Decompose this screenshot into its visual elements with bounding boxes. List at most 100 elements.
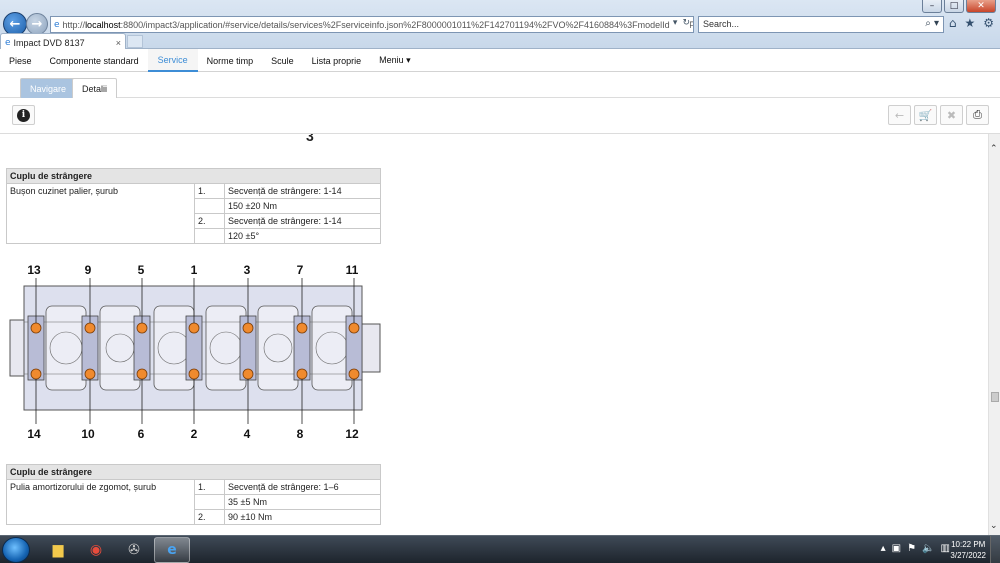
- dropdown-arrow-icon[interactable]: ▾: [673, 18, 678, 28]
- torque-table-bearing: Cuplu de strângere Bușon cuzinet palier,…: [6, 168, 381, 244]
- bolt-label: 2: [191, 427, 198, 441]
- menu-item-scule[interactable]: Scule: [262, 49, 303, 72]
- clock[interactable]: 10:22 PM 3/27/2022: [950, 539, 986, 561]
- sub-tabs: Navigare Detalii: [0, 72, 1000, 98]
- url-path: :8800/impact3/application/#service/detai…: [120, 19, 693, 30]
- taskbar-chrome[interactable]: ◉: [78, 537, 114, 563]
- taskbar-explorer[interactable]: ▆: [40, 537, 76, 563]
- network-icon[interactable]: ▥: [941, 543, 950, 554]
- menu-item-piese[interactable]: Piese: [0, 49, 41, 72]
- bolt-label: 3: [244, 263, 251, 277]
- chevron-down-icon[interactable]: ⌄: [990, 521, 998, 531]
- step-text: 120 ±5°: [224, 228, 381, 244]
- step-number: [194, 198, 225, 214]
- arrow-left-icon: ←: [9, 16, 21, 32]
- address-bar-actions: ▾ ↻: [669, 18, 690, 28]
- start-button[interactable]: [2, 537, 30, 563]
- back-nav-button[interactable]: ←: [888, 105, 911, 125]
- volume-icon[interactable]: 🔈: [922, 543, 934, 554]
- page-favicon-icon: e: [54, 19, 60, 30]
- bolt-label: 5: [138, 263, 145, 277]
- table-row: Bușon cuzinet palier, șurub 1. Secvență …: [6, 183, 381, 244]
- step-text: 90 ±10 Nm: [224, 509, 381, 525]
- tray-app-icon[interactable]: ▣: [892, 543, 901, 554]
- add-to-cart-button[interactable]: 🛒: [914, 105, 937, 125]
- arrow-left-icon: ←: [894, 108, 905, 122]
- tab-close-icon[interactable]: ×: [116, 38, 121, 48]
- bolt-label: 7: [297, 263, 304, 277]
- info-button[interactable]: i: [12, 105, 35, 125]
- close-icon: ✖: [946, 108, 957, 122]
- search-placeholder: Search...: [703, 19, 740, 29]
- step-text: 35 ±5 Nm: [224, 494, 381, 510]
- tab-detalii[interactable]: Detalii: [72, 78, 118, 98]
- new-tab-button[interactable]: [127, 35, 143, 48]
- main-menu: Piese Componente standard Service Norme …: [0, 49, 1000, 72]
- section-number: 3: [306, 134, 314, 144]
- table-row: Pulia amortizorului de zgomot, șurub 1. …: [6, 479, 381, 525]
- step-number: 2.: [194, 509, 225, 525]
- bolt-label: 4: [244, 427, 251, 441]
- cart-icon: 🛒: [918, 108, 933, 122]
- search-input[interactable]: Search... ⌕ ▾: [698, 16, 944, 33]
- forward-button[interactable]: →: [26, 13, 48, 35]
- ie-icon: e: [167, 542, 177, 558]
- bolt-label: 8: [297, 427, 304, 441]
- home-icon[interactable]: ⌂: [949, 16, 957, 30]
- show-desktop-button[interactable]: [990, 536, 1000, 563]
- folder-icon: ▆: [52, 542, 64, 558]
- browser-chrome: – □ ✕ ← → e http://localhost:8800/impact…: [0, 0, 1000, 49]
- browser-tab[interactable]: e Impact DVD 8137 ×: [0, 33, 126, 49]
- search-icon[interactable]: ⌕ ▾: [925, 18, 939, 29]
- bolt-label: 6: [138, 427, 145, 441]
- bearing-cap-tightening-diagram: 13 9 5 1 3 7 11 14 10 6 2 4 8 12: [9, 263, 381, 441]
- step-number: 1.: [194, 479, 225, 495]
- component-name: Pulia amortizorului de zgomot, șurub: [6, 479, 195, 525]
- chrome-icon: ◉: [89, 542, 103, 558]
- clock-date: 3/27/2022: [950, 551, 986, 560]
- tab-navigare[interactable]: Navigare: [20, 78, 77, 98]
- bolt-label: 10: [81, 427, 95, 441]
- url-prefix: http://: [62, 19, 86, 30]
- close-window-button[interactable]: ✕: [966, 0, 996, 13]
- address-bar[interactable]: e http://localhost:8800/impact3/applicat…: [50, 16, 694, 33]
- refresh-icon[interactable]: ↻: [682, 18, 690, 28]
- taskbar-app[interactable]: ✇: [116, 537, 152, 563]
- bolt-label: 9: [85, 263, 92, 277]
- remove-button[interactable]: ✖: [940, 105, 963, 125]
- menu-item-meniu[interactable]: Meniu ▾: [370, 49, 420, 72]
- menu-item-componente-standard[interactable]: Componente standard: [41, 49, 148, 72]
- step-text: Secvență de strângere: 1–6: [224, 479, 381, 495]
- tab-title: Impact DVD 8137: [13, 37, 85, 48]
- tray-expand-icon[interactable]: ▴: [881, 543, 886, 554]
- gear-icon[interactable]: ⚙: [983, 16, 994, 30]
- vertical-scrollbar[interactable]: ⌃ ⌄: [988, 134, 1000, 535]
- menu-item-lista-proprie[interactable]: Lista proprie: [303, 49, 371, 72]
- step-text: Secvență de strângere: 1-14: [224, 183, 381, 199]
- table-title: Cuplu de strângere: [6, 464, 381, 480]
- step-number: [194, 228, 225, 244]
- taskbar-ie[interactable]: e: [154, 537, 190, 563]
- system-tray: ▴ ▣ ⚑ 🔈 ▥: [881, 543, 950, 554]
- windows-taskbar: ▆ ◉ ✇ e ▴ ▣ ⚑ 🔈 ▥ 10:22 PM 3/27/2022: [0, 535, 1000, 563]
- bolt-label: 1: [191, 263, 198, 277]
- flag-icon[interactable]: ⚑: [907, 543, 916, 554]
- step-number: [194, 494, 225, 510]
- step-number: 2.: [194, 213, 225, 229]
- window-controls: – □ ✕: [922, 0, 996, 13]
- minimize-button[interactable]: –: [922, 0, 942, 13]
- scrollbar-thumb[interactable]: [991, 392, 999, 402]
- info-icon: i: [17, 108, 30, 122]
- print-button[interactable]: ⎙: [966, 105, 989, 125]
- component-name: Bușon cuzinet palier, șurub: [6, 183, 195, 244]
- maximize-button[interactable]: □: [944, 0, 964, 13]
- step-number: 1.: [194, 183, 225, 199]
- clock-time: 10:22 PM: [951, 540, 986, 549]
- bolt-label: 14: [27, 427, 41, 441]
- favorites-star-icon[interactable]: ★: [964, 16, 975, 30]
- bolt-label: 12: [345, 427, 359, 441]
- chevron-up-icon[interactable]: ⌃: [990, 144, 998, 154]
- printer-icon: ⎙: [973, 108, 982, 121]
- menu-item-service[interactable]: Service: [147, 49, 198, 72]
- menu-item-norme-timp[interactable]: Norme timp: [198, 49, 263, 72]
